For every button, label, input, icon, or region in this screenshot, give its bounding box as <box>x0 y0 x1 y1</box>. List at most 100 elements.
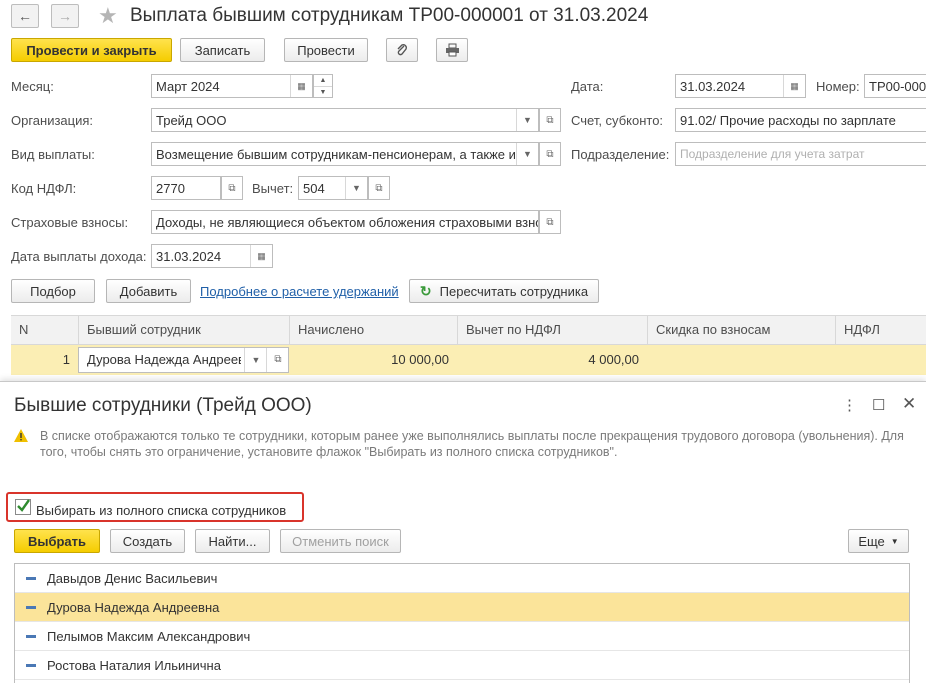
list-item-name: Дурова Надежда Андреевна <box>47 600 220 615</box>
paydate-value: 31.03.2024 <box>156 248 222 264</box>
open-employee-icon[interactable]: ⧉ <box>266 348 288 372</box>
list-item-name: Пелымов Максим Александрович <box>47 629 251 644</box>
warning-text: В списке отображаются только те сотрудни… <box>40 429 904 459</box>
details-link[interactable]: Подробнее о расчете удержаний <box>200 284 399 299</box>
cancel-search-button[interactable]: Отменить поиск <box>280 529 401 553</box>
attach-button[interactable] <box>386 38 418 62</box>
month-field[interactable]: Март 2024 ▦ <box>151 74 313 98</box>
add-button[interactable]: Добавить <box>106 279 191 303</box>
save-button[interactable]: Записать <box>180 38 265 62</box>
deduction-value: 504 <box>303 180 325 196</box>
dropdown-arrow-icon[interactable]: ▼ <box>244 348 267 372</box>
paytype-label: Вид выплаты: <box>11 147 95 162</box>
create-button[interactable]: Создать <box>110 529 185 553</box>
list-item[interactable]: Давыдов Денис Васильевич <box>15 564 909 593</box>
column-n[interactable]: N <box>11 316 78 344</box>
dropdown-arrow-icon[interactable]: ▼ <box>516 109 538 131</box>
recalculate-label: Пересчитать сотрудника <box>439 283 589 299</box>
paydate-field[interactable]: 31.03.2024 ▦ <box>151 244 273 268</box>
item-marker-icon <box>26 635 36 638</box>
post-and-close-button[interactable]: Провести и закрыть <box>11 38 172 62</box>
list-item[interactable]: Пелымов Максим Александрович <box>15 622 909 651</box>
calendar-icon[interactable]: ▦ <box>290 75 312 97</box>
back-button[interactable]: ← <box>11 4 39 28</box>
dialog-title: Бывшие сотрудники (Трейд ООО) <box>14 395 312 416</box>
column-accrued[interactable]: Начислено <box>289 316 457 344</box>
number-field[interactable]: ТР00-000001 <box>864 74 926 98</box>
column-ndfl[interactable]: НДФЛ <box>835 316 926 344</box>
cell-accrued: 10 000,00 <box>391 352 449 367</box>
account-value: 91.02/ Прочие расходы по зарплате <box>680 112 896 128</box>
open-paytype-icon[interactable]: ⧉ <box>539 142 561 166</box>
more-button-label: Еще <box>858 533 885 549</box>
ndfl-code-label: Код НДФЛ: <box>11 181 77 196</box>
full-list-checkbox-label[interactable]: Выбирать из полного списка сотрудников <box>36 503 286 518</box>
page-title: Выплата бывшим сотрудникам ТР00-000001 о… <box>130 5 649 26</box>
column-discount[interactable]: Скидка по взносам <box>647 316 835 344</box>
spin-up-icon[interactable]: ▲ <box>314 75 332 87</box>
department-field[interactable]: Подразделение для учета затрат <box>675 142 926 166</box>
close-icon[interactable]: ✕ <box>902 394 916 414</box>
insurance-label: Страховые взносы: <box>11 215 129 230</box>
ndfl-code-field[interactable]: 2770 <box>151 176 221 200</box>
deduction-field[interactable]: 504 ▼ <box>298 176 368 200</box>
column-ndfl-deduction[interactable]: Вычет по НДФЛ <box>457 316 647 344</box>
cell-employee[interactable]: Дурова Надежда Андреевна ▼ ⧉ <box>78 347 289 373</box>
employee-list: Давыдов Денис Васильевич Дурова Надежда … <box>14 563 910 683</box>
number-value: ТР00-000001 <box>869 78 926 94</box>
cell-employee-value: Дурова Надежда Андреевна <box>87 352 241 367</box>
ndfl-code-value: 2770 <box>156 180 185 196</box>
paytype-value: Возмещение бывшим сотрудникам-пенсионера… <box>156 146 516 162</box>
paperclip-icon <box>397 44 407 56</box>
print-button[interactable] <box>436 38 468 62</box>
number-label: Номер: <box>816 79 860 94</box>
organization-label: Организация: <box>11 113 94 128</box>
table-header: N Бывший сотрудник Начислено Вычет по НД… <box>11 315 926 345</box>
insurance-field[interactable]: Доходы, не являющиеся объектом обложения… <box>151 210 539 234</box>
forward-button[interactable]: → <box>51 4 79 28</box>
cell-n: 1 <box>62 352 70 367</box>
paytype-field[interactable]: Возмещение бывшим сотрудникам-пенсионера… <box>151 142 539 166</box>
dropdown-arrow-icon[interactable]: ▼ <box>516 143 538 165</box>
arrow-left-icon: ← <box>18 8 32 24</box>
cell-ndfl-deduction: 4 000,00 <box>588 352 639 367</box>
table-row[interactable]: 1 Дурова Надежда Андреевна ▼ ⧉ 10 000,00… <box>11 345 926 375</box>
cell-discount <box>647 345 835 375</box>
more-options-icon[interactable]: ⋮ <box>842 396 857 414</box>
select-button[interactable]: Выбрать <box>14 529 100 553</box>
open-ndfl-icon[interactable]: ⧉ <box>221 176 243 200</box>
open-deduction-icon[interactable]: ⧉ <box>368 176 390 200</box>
item-marker-icon <box>26 664 36 667</box>
find-button[interactable]: Найти... <box>195 529 270 553</box>
pick-button[interactable]: Подбор <box>11 279 95 303</box>
list-item-name: Ростова Наталия Ильинична <box>47 658 221 673</box>
account-field[interactable]: 91.02/ Прочие расходы по зарплате <box>675 108 926 132</box>
account-label: Счет, субконто: <box>571 113 664 128</box>
month-spinner[interactable]: ▲ ▼ <box>313 74 333 98</box>
post-button[interactable]: Провести <box>284 38 368 62</box>
maximize-icon[interactable]: ☐ <box>872 396 885 414</box>
paydate-label: Дата выплаты дохода: <box>11 249 147 264</box>
spin-down-icon[interactable]: ▼ <box>314 87 332 98</box>
cell-ndfl <box>835 345 926 375</box>
printer-icon <box>445 43 459 57</box>
dropdown-arrow-icon[interactable]: ▼ <box>345 177 367 199</box>
open-organization-icon[interactable]: ⧉ <box>539 108 561 132</box>
recalculate-button[interactable]: ↻ Пересчитать сотрудника <box>409 279 599 303</box>
list-item-selected[interactable]: Дурова Надежда Андреевна <box>15 593 909 622</box>
deduction-label: Вычет: <box>252 181 294 196</box>
calendar-icon[interactable]: ▦ <box>250 245 272 267</box>
warning-icon <box>14 429 28 445</box>
open-insurance-icon[interactable]: ⧉ <box>539 210 561 234</box>
more-button[interactable]: Еще ▼ <box>848 529 909 553</box>
full-list-checkbox[interactable] <box>15 499 31 515</box>
list-item[interactable]: Ростова Наталия Ильинична <box>15 651 909 680</box>
list-item-name: Давыдов Денис Васильевич <box>47 571 218 586</box>
favorite-star-icon[interactable]: ★ <box>98 3 118 29</box>
date-field[interactable]: 31.03.2024 ▦ <box>675 74 806 98</box>
organization-field[interactable]: Трейд ООО ▼ <box>151 108 539 132</box>
column-employee[interactable]: Бывший сотрудник <box>78 316 289 344</box>
department-label: Подразделение: <box>571 147 670 162</box>
calendar-icon[interactable]: ▦ <box>783 75 805 97</box>
chevron-down-icon: ▼ <box>890 536 899 546</box>
